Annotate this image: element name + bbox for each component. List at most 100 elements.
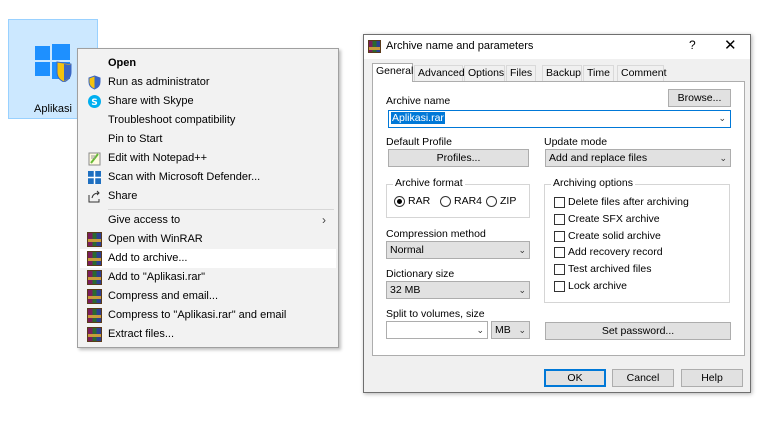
checkbox-test-archived[interactable]	[554, 264, 565, 275]
menu-item-label: Share	[108, 190, 138, 202]
menu-item-troubleshoot-compatibility[interactable]: Troubleshoot compatibility	[80, 111, 336, 130]
application-icon	[35, 44, 72, 82]
tab-files[interactable]: Files	[506, 65, 536, 81]
menu-item-label: Scan with Microsoft Defender...	[108, 171, 261, 183]
menu-item-pin-to-start[interactable]: Pin to Start	[80, 130, 336, 149]
compression-method-select[interactable]: Normal ⌄	[386, 241, 530, 259]
cancel-button[interactable]: Cancel	[612, 369, 674, 387]
tab-time[interactable]: Time	[583, 65, 614, 81]
tab-general[interactable]: General	[372, 63, 413, 82]
set-password-button[interactable]: Set password...	[545, 322, 731, 340]
checkbox-label: Delete files after archiving	[568, 196, 689, 208]
context-menu: Open Run as administrator S Share with S…	[77, 48, 339, 348]
menu-item-share[interactable]: Share	[80, 187, 336, 206]
radio-zip-label: ZIP	[500, 195, 517, 207]
update-mode-label: Update mode	[544, 136, 608, 148]
dialog-title: Archive name and parameters	[386, 40, 534, 52]
archive-name-input[interactable]: Aplikasi.rar ⌄	[388, 110, 731, 128]
archive-dialog: Archive name and parameters ? ✕ General …	[363, 34, 751, 393]
menu-item-label: Troubleshoot compatibility	[108, 114, 236, 126]
checkbox-lock-archive[interactable]	[554, 281, 565, 292]
radio-zip[interactable]	[486, 196, 497, 207]
winrar-icon	[87, 270, 102, 285]
help-icon[interactable]: ?	[689, 38, 696, 52]
dialog-titlebar[interactable]: Archive name and parameters ? ✕	[364, 35, 750, 59]
menu-item-run-as-administrator[interactable]: Run as administrator	[80, 73, 336, 92]
help-button[interactable]: Help	[681, 369, 743, 387]
menu-item-label: Share with Skype	[108, 95, 194, 107]
menu-item-label: Run as administrator	[108, 76, 210, 88]
menu-item-scan-with-defender[interactable]: Scan with Microsoft Defender...	[80, 168, 336, 187]
tab-comment[interactable]: Comment	[617, 65, 667, 81]
default-profile-label: Default Profile	[386, 136, 452, 148]
split-volumes-label: Split to volumes, size	[386, 308, 485, 320]
menu-item-label: Open	[108, 57, 137, 69]
checkbox-create-sfx[interactable]	[554, 214, 565, 225]
chevron-down-icon: ⌄	[476, 325, 484, 335]
notepad-plus-plus-icon	[88, 152, 101, 166]
archive-name-label: Archive name	[386, 95, 451, 107]
archive-format-group: Archive format RAR RAR4 ZIP	[386, 177, 530, 218]
split-unit-select[interactable]: MB ⌄	[491, 321, 530, 339]
chevron-down-icon: ⌄	[518, 285, 526, 295]
chevron-down-icon: ⌄	[518, 245, 526, 255]
menu-item-compress-and-email[interactable]: Compress and email...	[80, 287, 336, 306]
menu-item-edit-with-notepad-plus-plus[interactable]: Edit with Notepad++	[80, 149, 336, 168]
checkbox-create-solid[interactable]	[554, 231, 565, 242]
tab-advanced[interactable]: Advanced	[414, 65, 465, 81]
archiving-options-group: Archiving options Delete files after arc…	[544, 177, 730, 303]
menu-item-label: Extract files...	[108, 328, 175, 340]
archive-format-label: Archive format	[393, 177, 465, 189]
tab-backup[interactable]: Backup	[542, 65, 582, 81]
update-mode-value: Add and replace files	[549, 152, 648, 164]
menu-item-add-to-aplikasi-rar[interactable]: Add to "Aplikasi.rar"	[80, 268, 336, 287]
chevron-right-icon: ›	[322, 213, 326, 227]
chevron-down-icon: ⌄	[718, 113, 726, 123]
menu-item-open[interactable]: Open	[80, 54, 336, 73]
split-volumes-input[interactable]: ⌄	[386, 321, 488, 339]
menu-item-label: Open with WinRAR	[108, 233, 203, 245]
menu-item-label: Add to archive...	[108, 252, 188, 264]
ok-button[interactable]: OK	[544, 369, 606, 387]
checkbox-recovery-record[interactable]	[554, 247, 565, 258]
menu-item-open-with-winrar[interactable]: Open with WinRAR	[80, 230, 336, 249]
profiles-button[interactable]: Profiles...	[388, 149, 529, 167]
chevron-down-icon: ⌄	[518, 325, 526, 335]
winrar-icon	[87, 289, 102, 304]
update-mode-select[interactable]: Add and replace files ⌄	[545, 149, 731, 167]
menu-item-label: Compress and email...	[108, 290, 219, 302]
checkbox-label: Add recovery record	[568, 246, 663, 258]
radio-rar4[interactable]	[440, 196, 451, 207]
tab-options[interactable]: Options	[464, 65, 505, 81]
dictionary-size-label: Dictionary size	[386, 268, 455, 280]
menu-item-extract-files[interactable]: Extract files...	[80, 325, 336, 344]
menu-item-give-access-to[interactable]: Give access to ›	[80, 211, 336, 230]
compression-method-value: Normal	[390, 244, 424, 256]
menu-item-compress-to-aplikasi-rar-and-email[interactable]: Compress to "Aplikasi.rar" and email	[80, 306, 336, 325]
svg-text:S: S	[91, 98, 97, 108]
share-icon	[88, 190, 100, 203]
checkbox-label: Test archived files	[568, 263, 652, 275]
radio-rar-label: RAR	[408, 195, 431, 207]
winrar-icon	[87, 327, 102, 342]
split-unit-value: MB	[495, 324, 511, 336]
winrar-icon	[87, 251, 102, 266]
compression-method-label: Compression method	[386, 228, 486, 240]
browse-button[interactable]: Browse...	[668, 89, 731, 107]
menu-item-share-with-skype[interactable]: S Share with Skype	[80, 92, 336, 111]
defender-icon	[88, 171, 101, 184]
skype-icon: S	[88, 95, 101, 108]
checkbox-label: Create SFX archive	[568, 213, 660, 225]
checkbox-label: Create solid archive	[568, 230, 661, 242]
menu-item-label: Add to "Aplikasi.rar"	[108, 271, 206, 283]
menu-separator	[108, 209, 334, 210]
archive-name-value: Aplikasi.rar	[391, 112, 445, 124]
close-icon[interactable]: ✕	[724, 36, 737, 54]
menu-item-add-to-archive[interactable]: Add to archive...	[80, 249, 336, 268]
dictionary-size-select[interactable]: 32 MB ⌄	[386, 281, 530, 299]
radio-rar[interactable]	[394, 196, 405, 207]
shield-icon	[88, 75, 101, 90]
radio-rar4-label: RAR4	[454, 195, 483, 207]
menu-item-label: Edit with Notepad++	[108, 152, 208, 164]
checkbox-delete-files[interactable]	[554, 197, 565, 208]
